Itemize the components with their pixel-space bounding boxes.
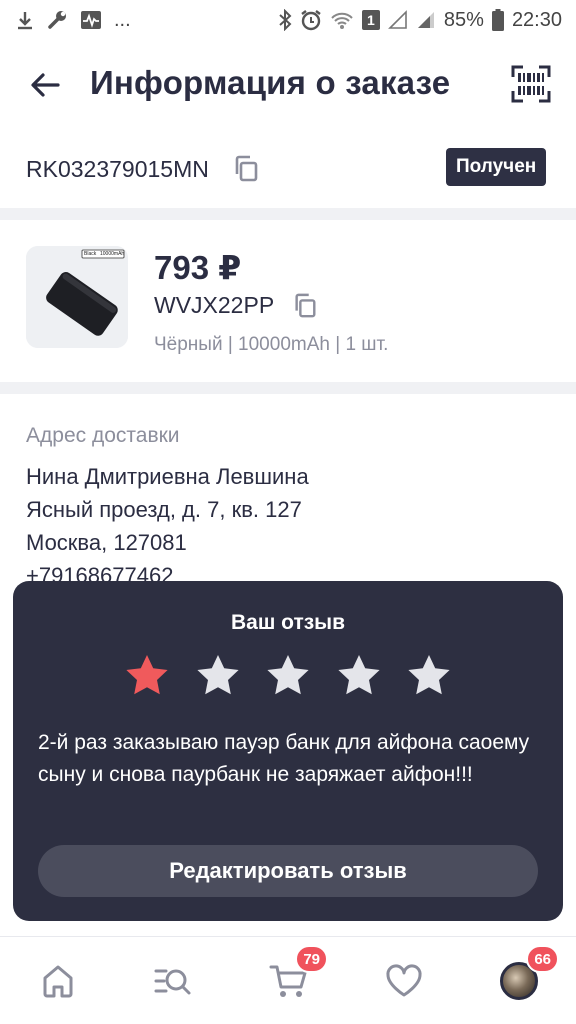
star-3-icon[interactable]	[264, 651, 312, 699]
product-image[interactable]: Black 10000mAh	[26, 246, 128, 348]
review-card: Ваш отзыв 2-й раз заказываю пауэр банк д…	[13, 581, 563, 921]
product-variant-info: Чёрный | 10000mAh | 1 шт.	[154, 334, 389, 355]
product-card[interactable]: Black 10000mAh 793 ₽ WVJX22PP Чёрный | 1…	[0, 222, 576, 382]
profile-badge: 66	[526, 945, 559, 973]
activity-icon	[80, 10, 102, 30]
app-header: Информация о заказе	[0, 48, 576, 120]
copy-icon	[235, 155, 258, 182]
battery-percent: 85%	[443, 8, 484, 31]
recipient-name: Нина Дмитриевна Левшина	[26, 464, 309, 489]
sim-icon: 1	[361, 10, 380, 30]
product-price: 793 ₽	[154, 249, 242, 286]
status-bar: ... 1 85% 22:30	[0, 0, 576, 40]
copy-icon	[295, 293, 316, 318]
divider	[0, 382, 576, 394]
star-5-icon[interactable]	[405, 651, 453, 699]
product-sku: WVJX22PP	[154, 292, 275, 318]
home-icon	[43, 965, 73, 998]
star-rating[interactable]	[123, 651, 453, 701]
signal-icon-2	[416, 10, 436, 30]
catalog-search-icon	[154, 969, 191, 995]
barcode-icon	[511, 65, 551, 103]
nav-favorites[interactable]	[380, 957, 428, 1005]
copy-order-number-button[interactable]	[232, 154, 260, 184]
wrench-icon	[46, 9, 68, 31]
star-4-icon[interactable]	[335, 651, 383, 699]
review-title: Ваш отзыв	[230, 611, 346, 634]
nav-home[interactable]	[34, 957, 82, 1005]
cart-badge: 79	[295, 945, 328, 973]
download-icon	[16, 10, 34, 30]
copy-sku-button[interactable]	[292, 292, 318, 320]
clock: 22:30	[511, 8, 562, 31]
thumb-label-color: Black	[84, 251, 97, 257]
star-1-icon[interactable]	[123, 651, 171, 699]
sim-number: 1	[367, 12, 375, 28]
street-address: Ясный проезд, д. 7, кв. 127	[26, 497, 302, 522]
thumb-label-capacity: 10000mAh	[100, 251, 125, 257]
nav-catalog[interactable]	[148, 957, 196, 1005]
status-left: ...	[16, 9, 131, 32]
heart-icon	[386, 964, 422, 997]
nav-cart[interactable]: 79	[264, 945, 328, 1005]
star-2-icon[interactable]	[194, 651, 242, 699]
more-notifications: ...	[114, 8, 131, 31]
page-title: Информация о заказе	[90, 64, 451, 101]
arrow-left-icon	[31, 73, 60, 97]
divider	[0, 208, 576, 220]
nav-profile[interactable]: 66	[495, 945, 559, 1005]
city-postal: Москва, 127081	[26, 530, 187, 555]
alarm-icon	[300, 9, 322, 31]
wifi-icon	[330, 10, 354, 30]
barcode-button[interactable]	[508, 62, 554, 106]
bottom-navigation: 79 66	[0, 936, 576, 1024]
signal-icon-1	[387, 10, 408, 30]
review-text: 2-й раз заказываю пауэр банк для айфона …	[38, 731, 530, 786]
battery-icon	[491, 9, 504, 31]
back-button[interactable]	[26, 66, 64, 104]
delivery-address-section: Адрес доставки Нина Дмитриевна Левшина Я…	[0, 396, 576, 596]
order-number: RK032379015MN	[26, 156, 209, 182]
bluetooth-icon	[278, 9, 292, 31]
order-number-row: RK032379015MN Получен	[0, 144, 576, 194]
address-label: Адрес доставки	[26, 424, 180, 447]
edit-review-button[interactable]: Редактировать отзыв	[38, 845, 538, 897]
status-right: 1 85% 22:30	[278, 9, 562, 32]
status-badge: Получен	[446, 148, 547, 186]
